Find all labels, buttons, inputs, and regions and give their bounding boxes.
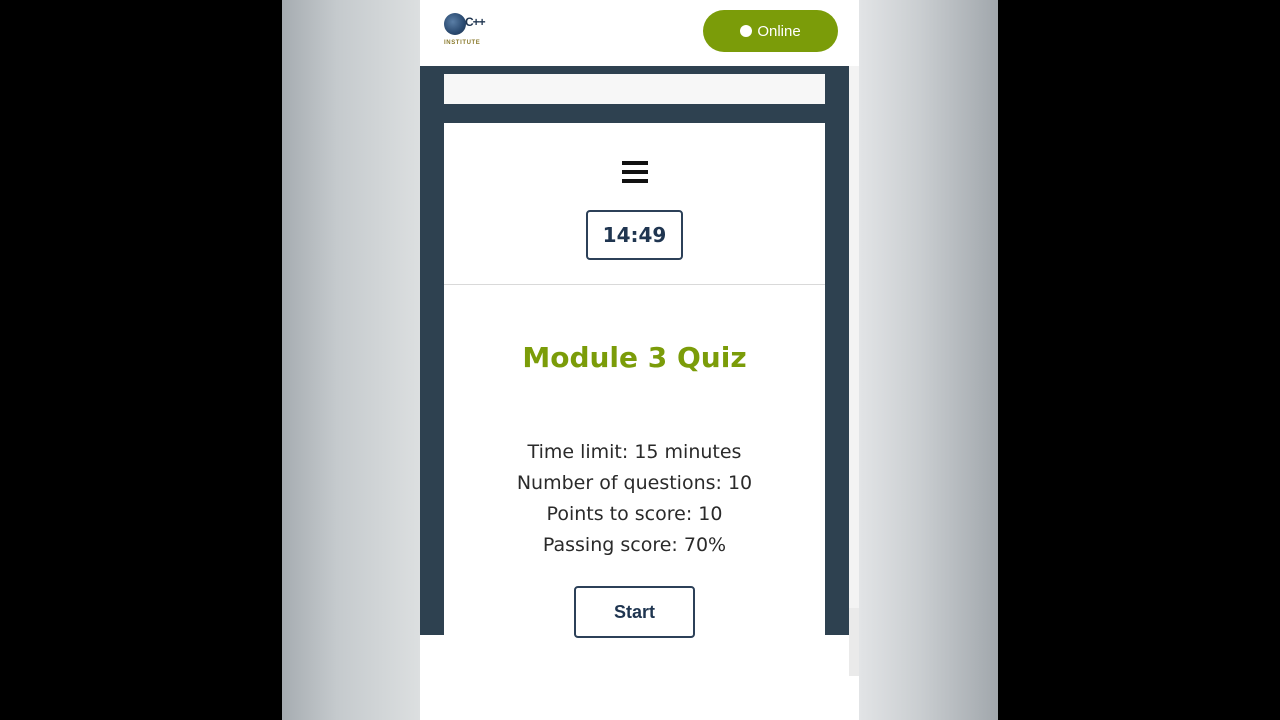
quiz-card: 14:49 Module 3 Quiz Time limit: 15 minut… (444, 123, 825, 638)
detail-passing-score: Passing score: 70% (542, 534, 727, 556)
logo-text: INSTITUTE (444, 40, 481, 46)
top-strip (444, 74, 825, 104)
hamburger-menu-icon[interactable] (622, 161, 648, 183)
top-bar: C++ INSTITUTE Online (420, 0, 859, 65)
start-button[interactable]: Start (574, 586, 695, 638)
detail-number-of-questions: Number of questions: 10 (516, 472, 753, 494)
logo-globe-icon (444, 13, 466, 35)
status-dot-icon (740, 25, 753, 37)
quiz-timer: 14:49 (586, 210, 683, 260)
app-viewport: C++ INSTITUTE Online 14:49 Module 3 Quiz… (420, 0, 859, 720)
scrollbar-thumb[interactable] (849, 66, 859, 608)
right-background-panel (859, 0, 998, 720)
online-status-button[interactable]: Online (703, 10, 838, 52)
detail-points-to-score: Points to score: 10 (546, 503, 723, 525)
quiz-details: Time limit: 15 minutes Number of questio… (444, 437, 825, 561)
divider (444, 284, 825, 285)
cpp-institute-logo[interactable]: C++ INSTITUTE (442, 12, 488, 50)
left-background-panel (282, 0, 420, 720)
online-status-label: Online (757, 22, 801, 40)
detail-time-limit: Time limit: 15 minutes (527, 441, 742, 463)
logo-mark: C++ (465, 15, 486, 29)
quiz-title: Module 3 Quiz (522, 341, 747, 374)
